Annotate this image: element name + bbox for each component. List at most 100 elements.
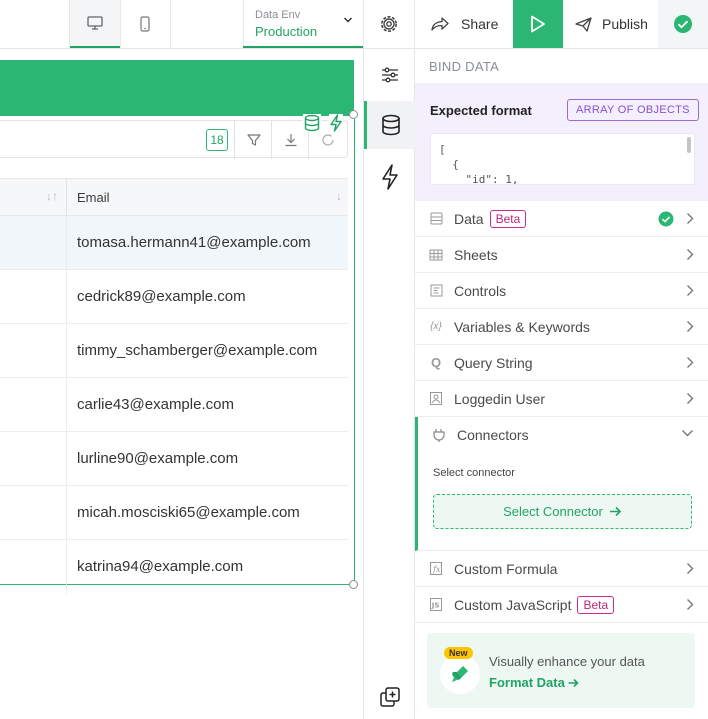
database-icon[interactable] — [303, 114, 321, 132]
property-rail — [363, 49, 415, 719]
chevron-right-icon — [687, 599, 694, 610]
bind-source-variables[interactable]: {x} Variables & Keywords — [415, 309, 708, 345]
layers-tab[interactable] — [364, 673, 415, 719]
controls-icon — [429, 284, 443, 298]
bind-source-sheets[interactable]: Sheets — [415, 237, 708, 273]
plug-icon — [433, 429, 445, 442]
bind-source-controls[interactable]: Controls — [415, 273, 708, 309]
resize-handle[interactable] — [349, 110, 358, 119]
chevron-right-icon — [687, 213, 694, 224]
table-row[interactable]: carlie43@example.com — [0, 378, 348, 432]
format-data-promo: New Visually enhance your data Format Da… — [427, 633, 695, 708]
select-connector-button[interactable]: Select Connector — [433, 494, 692, 529]
table-row[interactable]: timmy_schamberger@example.com — [0, 324, 348, 378]
table-row[interactable]: cedrick89@example.com — [0, 270, 348, 324]
chevron-right-icon — [687, 357, 694, 368]
divider — [170, 0, 171, 48]
format-badge: ARRAY OF OBJECTS — [567, 99, 699, 121]
database-icon — [382, 114, 400, 136]
item-label: Data — [454, 210, 484, 227]
actions-tab[interactable] — [364, 153, 415, 201]
item-label: Variables & Keywords — [454, 318, 590, 335]
arrow-right-icon — [568, 678, 579, 687]
bind-source-list: Data Beta Sheets Controls {x} Variables … — [415, 201, 708, 623]
table-row[interactable]: tomasa.hermann41@example.com — [0, 216, 348, 270]
query-icon: Q — [430, 355, 442, 370]
lightning-icon[interactable] — [329, 114, 343, 132]
chevron-right-icon — [687, 393, 694, 404]
table-widget[interactable]: 18 ↓↑ Email ↓ tomasa.hermann41@example.c… — [0, 114, 355, 594]
bind-source-data[interactable]: Data Beta — [415, 201, 708, 237]
email-cell: tomasa.hermann41@example.com — [77, 234, 311, 251]
gear-icon — [381, 16, 397, 32]
js-icon: JS — [429, 598, 443, 612]
top-bar: Data Env Production Share Publish — [0, 0, 708, 49]
svg-text:fx: fx — [432, 565, 441, 574]
user-icon — [429, 392, 443, 406]
filter-icon — [246, 134, 261, 146]
chevron-down-icon[interactable] — [681, 429, 694, 437]
promo-text: Visually enhance your data — [489, 654, 645, 669]
lightning-icon — [381, 164, 398, 190]
table-row[interactable]: katrina94@example.com — [0, 540, 348, 594]
chevron-right-icon — [687, 249, 694, 260]
play-icon — [531, 15, 545, 33]
sort-icon[interactable]: ↓↑ — [46, 189, 58, 203]
bind-source-custom-javascript[interactable]: JS Custom JavaScript Beta — [415, 587, 708, 623]
publish-status-button[interactable] — [658, 0, 708, 48]
filter-button[interactable] — [234, 121, 272, 159]
format-data-link[interactable]: Format Data — [489, 675, 579, 690]
table-row[interactable]: lurline90@example.com — [0, 432, 348, 486]
check-circle-icon — [674, 15, 692, 33]
widget-header[interactable] — [0, 60, 354, 115]
sort-icon[interactable]: ↓ — [336, 189, 342, 203]
svg-text:JS: JS — [431, 602, 440, 610]
cell-divider — [66, 486, 67, 540]
variable-icon: {x} — [430, 321, 442, 332]
bind-source-loggedin-user[interactable]: Loggedin User — [415, 381, 708, 417]
desktop-view-button[interactable] — [70, 0, 120, 48]
data-env-select[interactable]: Data Env Production — [243, 0, 363, 48]
copy-icon — [379, 687, 400, 707]
connectors-header[interactable]: Connectors — [431, 427, 529, 443]
share-button[interactable]: Share — [415, 0, 513, 48]
panel-title: BIND DATA — [429, 59, 500, 74]
bind-data-tab[interactable] — [364, 101, 415, 149]
table-toolbar: 18 — [0, 120, 348, 159]
column-header-email[interactable]: Email — [77, 190, 110, 205]
mobile-icon — [140, 16, 150, 32]
code-line: { — [439, 158, 459, 171]
chevron-right-icon — [687, 285, 694, 296]
publish-button[interactable]: Publish — [563, 0, 658, 48]
beta-badge: Beta — [489, 209, 527, 228]
cell-divider — [66, 324, 67, 378]
item-label: Sheets — [454, 246, 498, 263]
settings-button[interactable] — [364, 0, 414, 48]
table-row[interactable]: micah.mosciski65@example.com — [0, 486, 348, 540]
select-connector-button-label: Select Connector — [503, 504, 603, 519]
bind-source-custom-formula[interactable]: fx Custom Formula — [415, 551, 708, 587]
properties-tab[interactable] — [364, 51, 415, 99]
column-divider — [66, 179, 67, 217]
email-cell: lurline90@example.com — [77, 450, 239, 467]
preview-button[interactable] — [513, 0, 563, 48]
chevron-right-icon — [687, 321, 694, 332]
refresh-icon — [321, 134, 334, 146]
connectors-section: Connectors Select connector Select Conne… — [415, 417, 708, 551]
item-label: Controls — [454, 282, 507, 299]
email-cell: carlie43@example.com — [77, 396, 234, 413]
code-line: "id": 1, — [439, 173, 519, 185]
mobile-view-button[interactable] — [120, 0, 170, 48]
item-label: Custom Formula — [454, 560, 558, 577]
scrollbar[interactable] — [687, 137, 691, 153]
expected-format-box: Expected format ARRAY OF OBJECTS [ { "id… — [415, 83, 708, 201]
code-line: [ — [439, 143, 446, 156]
share-label: Share — [461, 16, 499, 32]
resize-handle[interactable] — [349, 580, 358, 589]
share-icon — [431, 17, 449, 31]
format-data-link-label: Format Data — [489, 675, 565, 690]
arrow-right-icon — [609, 506, 621, 517]
bind-source-query-string[interactable]: Q Query String — [415, 345, 708, 381]
chevron-right-icon — [687, 563, 694, 574]
email-cell: katrina94@example.com — [77, 558, 244, 575]
